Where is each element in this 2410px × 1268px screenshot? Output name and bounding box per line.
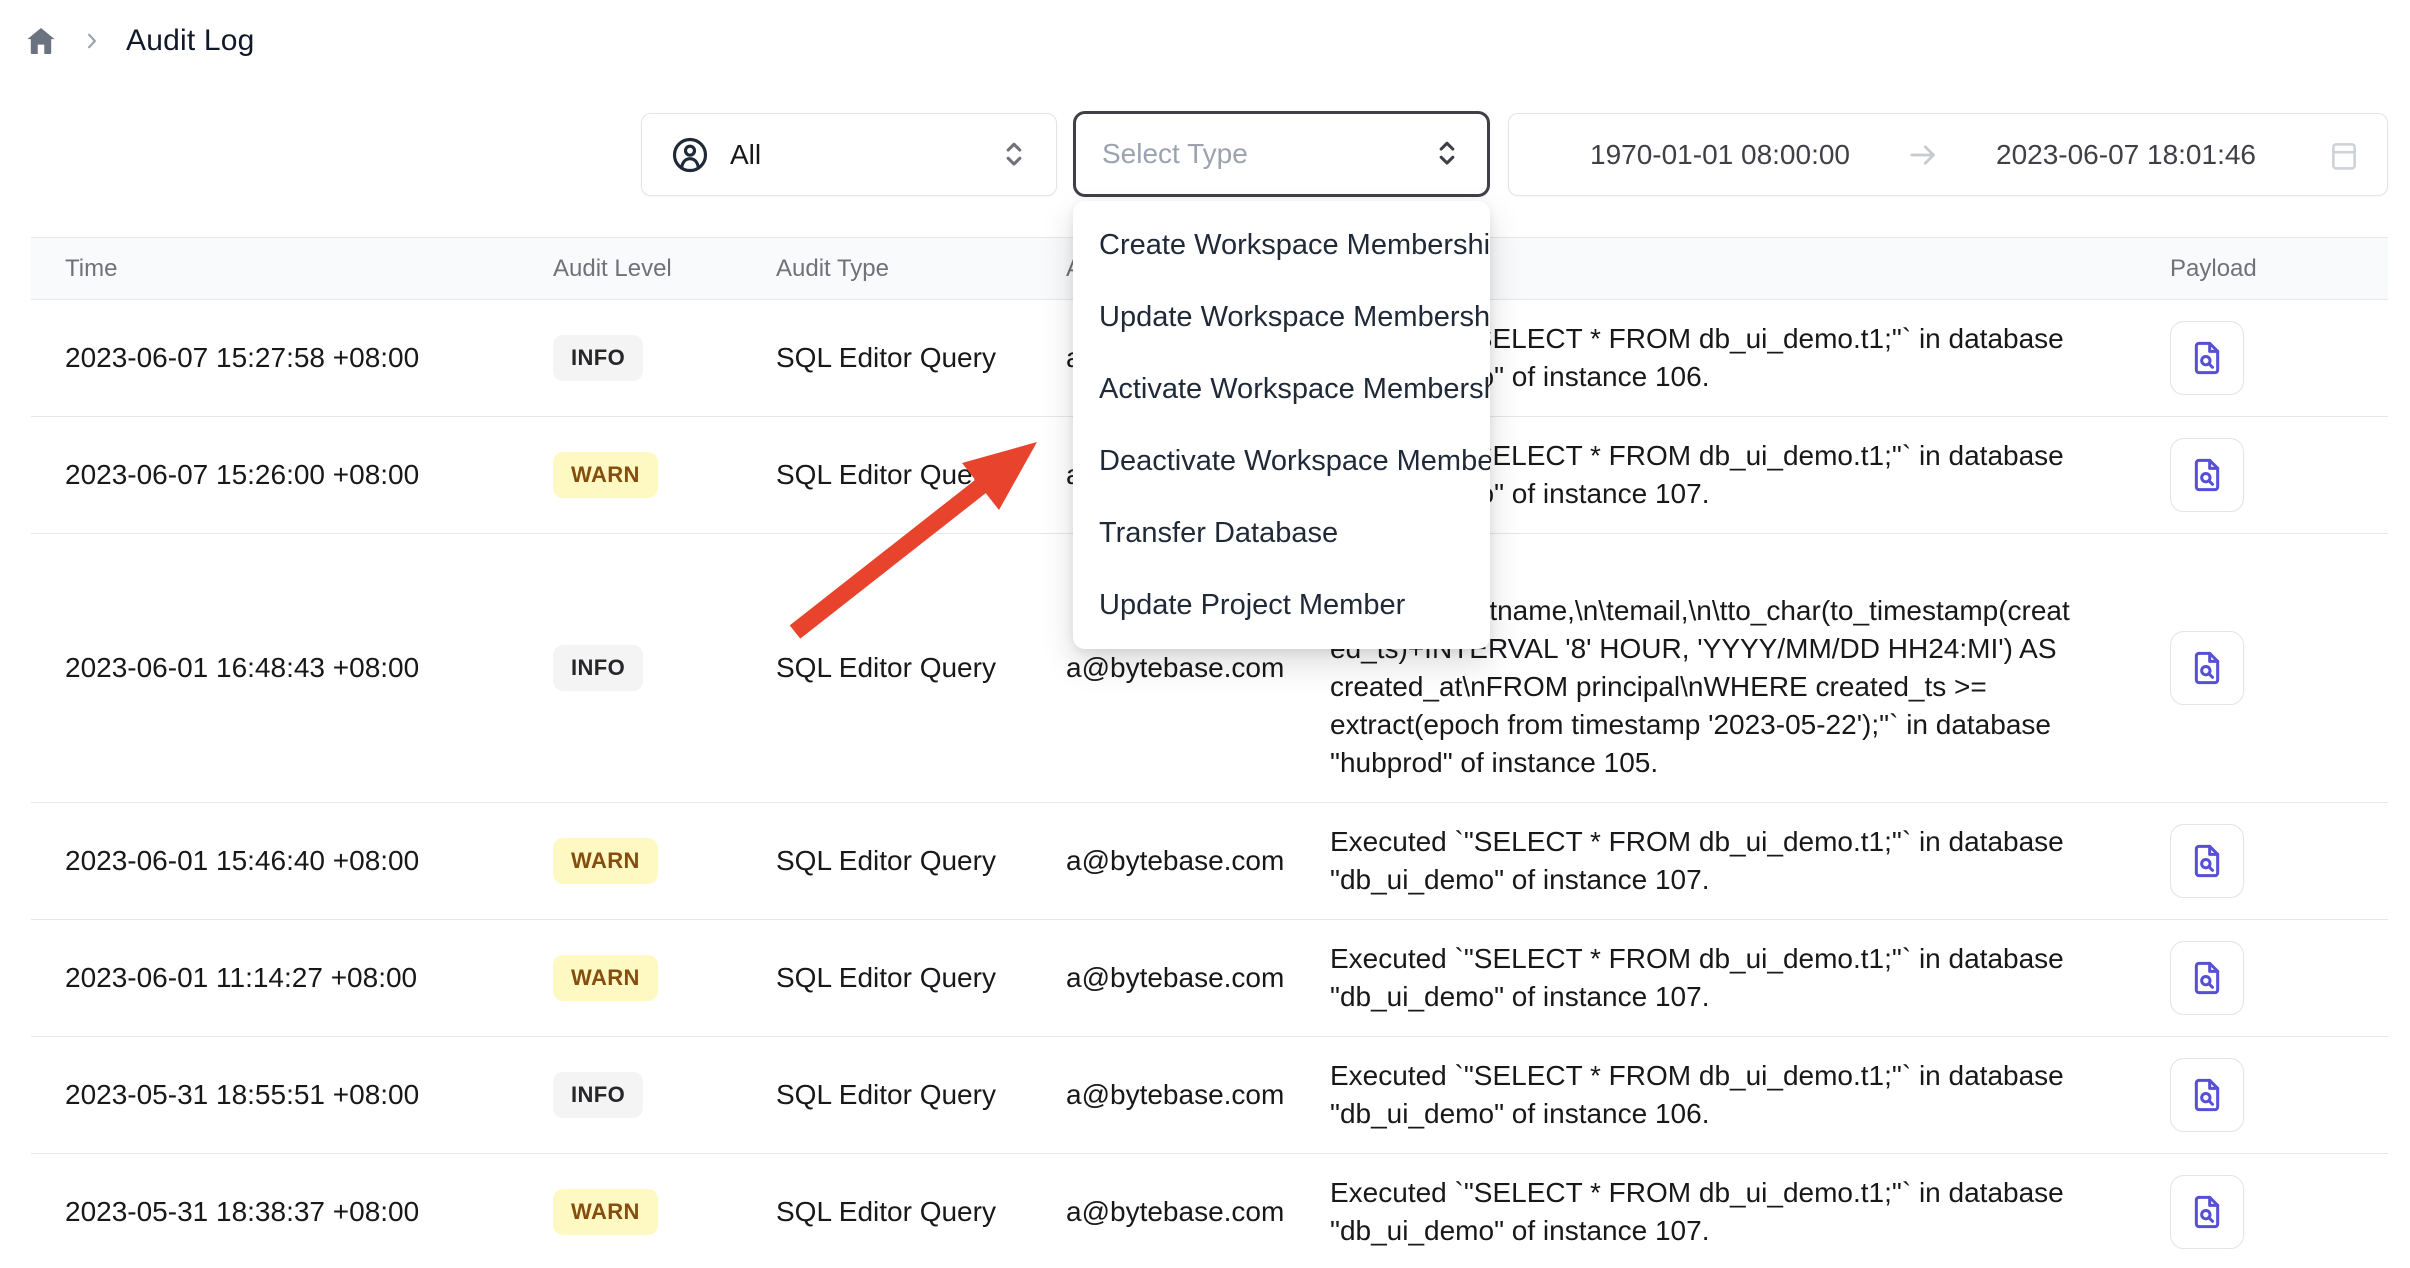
view-payload-button[interactable] [2170, 824, 2244, 898]
audit-type-cell: SQL Editor Query [776, 459, 1066, 491]
table-row: 2023-05-31 18:55:51 +08:00INFO SQL Editor… [31, 1037, 2388, 1154]
column-header: Audit Level [553, 238, 776, 299]
time-cell: 2023-05-31 18:38:37 +08:00 [65, 1196, 553, 1228]
audit-type-cell: SQL Editor Query [776, 1079, 1066, 1111]
date-range-start[interactable]: 1970-01-01 08:00:00 [1535, 139, 1905, 171]
payload-cell [2170, 631, 2388, 705]
audit-level-badge: WARN [553, 452, 658, 498]
audit-level-badge: INFO [553, 1072, 643, 1118]
audit-level-badge: INFO [553, 335, 643, 381]
type-filter-placeholder: Select Type [1102, 138, 1248, 170]
time-cell: 2023-06-01 15:46:40 +08:00 [65, 845, 553, 877]
audit-level-cell: WARN [553, 955, 776, 1001]
view-payload-button[interactable] [2170, 1175, 2244, 1249]
audit-log-page: Audit Log All Select Type 1970-01-01 08:… [0, 0, 2410, 1268]
breadcrumb: Audit Log [24, 24, 255, 58]
file-search-icon [2187, 648, 2227, 688]
audit-level-cell: WARN [553, 838, 776, 884]
payload-cell [2170, 321, 2388, 395]
audit-type-cell: SQL Editor Query [776, 652, 1066, 684]
page-title: Audit Log [126, 24, 255, 58]
view-payload-button[interactable] [2170, 438, 2244, 512]
payload-cell [2170, 824, 2388, 898]
column-header: Audit Type [776, 238, 1066, 299]
type-option[interactable]: Update Workspace Membership [1073, 281, 1490, 353]
calendar-icon [2327, 138, 2361, 172]
comment-cell: Executed `"SELECT * FROM db_ui_demo.t1;"… [1330, 920, 2170, 1036]
date-range-end[interactable]: 2023-06-07 18:01:46 [1941, 139, 2311, 171]
audit-level-badge: WARN [553, 838, 658, 884]
actor-filter-select[interactable]: All [641, 113, 1057, 196]
type-dropdown-menu: Create Workspace MembershipUpdate Worksp… [1073, 201, 1490, 649]
chevron-up-down-icon [1433, 138, 1461, 170]
chevron-right-icon [82, 31, 102, 51]
type-option[interactable]: Update Project Member [1073, 569, 1490, 641]
type-filter-select[interactable]: Select Type [1073, 111, 1490, 197]
column-header: Payload [2170, 238, 2388, 299]
file-search-icon [2187, 841, 2227, 881]
column-header: Time [65, 238, 553, 299]
audit-level-cell: INFO [553, 335, 776, 381]
view-payload-button[interactable] [2170, 631, 2244, 705]
file-search-icon [2187, 338, 2227, 378]
person-circle-icon [670, 135, 710, 175]
type-option[interactable]: Deactivate Workspace Membership [1073, 425, 1490, 497]
table-row: 2023-06-01 15:46:40 +08:00WARN SQL Editor… [31, 803, 2388, 920]
audit-level-badge: WARN [553, 955, 658, 1001]
file-search-icon [2187, 1075, 2227, 1115]
payload-cell [2170, 1058, 2388, 1132]
file-search-icon [2187, 1192, 2227, 1232]
time-cell: 2023-06-01 11:14:27 +08:00 [65, 962, 553, 994]
actor-filter-value: All [730, 139, 761, 171]
audit-type-cell: SQL Editor Query [776, 845, 1066, 877]
chevron-up-down-icon [1000, 139, 1028, 171]
time-cell: 2023-05-31 18:55:51 +08:00 [65, 1079, 553, 1111]
table-row: 2023-05-31 18:38:37 +08:00WARN SQL Editor… [31, 1154, 2388, 1268]
audit-level-cell: INFO [553, 1072, 776, 1118]
actor-cell: a@bytebase.com [1066, 652, 1330, 684]
home-icon[interactable] [24, 24, 58, 58]
file-search-icon [2187, 455, 2227, 495]
actor-cell: a@bytebase.com [1066, 962, 1330, 994]
actor-cell: a@bytebase.com [1066, 1196, 1330, 1228]
actor-cell: a@bytebase.com [1066, 845, 1330, 877]
audit-level-badge: WARN [553, 1189, 658, 1235]
time-cell: 2023-06-07 15:26:00 +08:00 [65, 459, 553, 491]
audit-level-badge: INFO [553, 645, 643, 691]
time-cell: 2023-06-01 16:48:43 +08:00 [65, 652, 553, 684]
payload-cell [2170, 1175, 2388, 1249]
payload-cell [2170, 941, 2388, 1015]
comment-cell: Executed `"SELECT * FROM db_ui_demo.t1;"… [1330, 1154, 2170, 1268]
arrow-right-icon [1905, 137, 1941, 173]
payload-cell [2170, 438, 2388, 512]
view-payload-button[interactable] [2170, 941, 2244, 1015]
audit-type-cell: SQL Editor Query [776, 342, 1066, 374]
view-payload-button[interactable] [2170, 321, 2244, 395]
view-payload-button[interactable] [2170, 1058, 2244, 1132]
audit-level-cell: WARN [553, 1189, 776, 1235]
date-range-picker[interactable]: 1970-01-01 08:00:00 2023-06-07 18:01:46 [1508, 113, 2388, 196]
actor-cell: a@bytebase.com [1066, 1079, 1330, 1111]
comment-cell: Executed `"SELECT * FROM db_ui_demo.t1;"… [1330, 1037, 2170, 1153]
type-option[interactable]: Transfer Database [1073, 497, 1490, 569]
table-row: 2023-06-01 11:14:27 +08:00WARN SQL Editor… [31, 920, 2388, 1037]
comment-cell: Executed `"SELECT * FROM db_ui_demo.t1;"… [1330, 803, 2170, 919]
type-option[interactable]: Create Workspace Membership [1073, 209, 1490, 281]
audit-level-cell: INFO [553, 645, 776, 691]
audit-level-cell: WARN [553, 452, 776, 498]
time-cell: 2023-06-07 15:27:58 +08:00 [65, 342, 553, 374]
audit-type-cell: SQL Editor Query [776, 1196, 1066, 1228]
file-search-icon [2187, 958, 2227, 998]
type-option[interactable]: Activate Workspace Membership [1073, 353, 1490, 425]
audit-type-cell: SQL Editor Query [776, 962, 1066, 994]
